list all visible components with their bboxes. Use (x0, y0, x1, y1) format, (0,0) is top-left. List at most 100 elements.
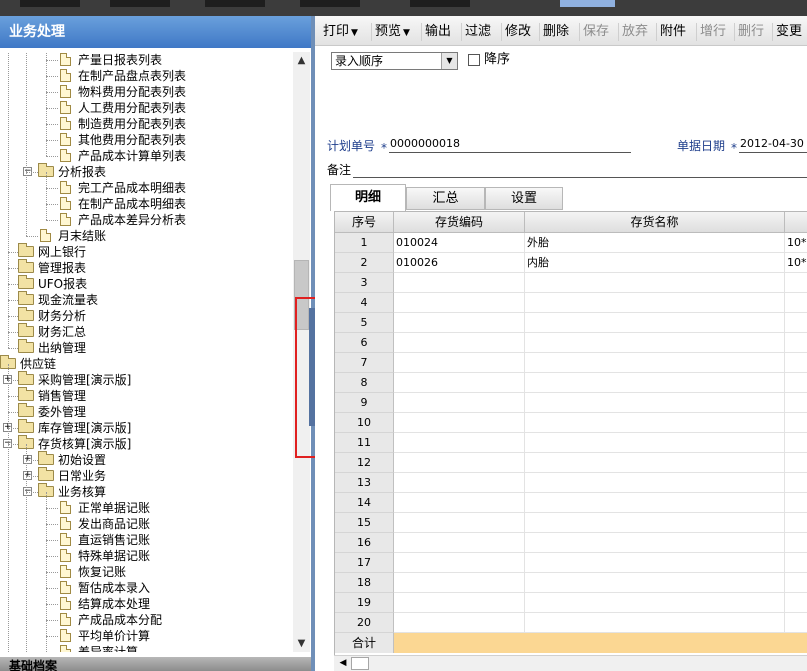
column-header[interactable]: 存货名称 (525, 212, 785, 233)
table-cell[interactable] (394, 333, 525, 353)
table-cell[interactable] (394, 533, 525, 553)
table-cell[interactable] (785, 373, 807, 393)
row-number[interactable]: 19 (335, 593, 394, 613)
scroll-up-icon[interactable]: ▲ (293, 52, 310, 69)
table-cell[interactable] (785, 553, 807, 573)
table-cell[interactable] (394, 513, 525, 533)
table-cell[interactable]: 10*2 (785, 233, 807, 253)
table-cell[interactable] (785, 473, 807, 493)
table-cell[interactable] (525, 273, 785, 293)
column-header[interactable]: 存货编码 (394, 212, 525, 233)
column-header[interactable] (785, 212, 807, 233)
table-cell[interactable] (525, 413, 785, 433)
table-cell[interactable] (785, 533, 807, 553)
table-cell[interactable] (525, 533, 785, 553)
toolbar-button[interactable]: 输出 (425, 23, 451, 41)
tab-detail[interactable]: 明细 (330, 184, 406, 211)
row-number[interactable]: 15 (335, 513, 394, 533)
table-cell[interactable] (394, 293, 525, 313)
table-cell[interactable] (785, 573, 807, 593)
row-number[interactable]: 11 (335, 433, 394, 453)
row-number[interactable]: 9 (335, 393, 394, 413)
row-number[interactable]: 3 (335, 273, 394, 293)
table-cell[interactable] (394, 273, 525, 293)
table-cell[interactable] (394, 413, 525, 433)
table-cell[interactable] (394, 613, 525, 633)
row-number[interactable]: 6 (335, 333, 394, 353)
top-tab[interactable] (300, 0, 360, 7)
table-cell[interactable] (785, 613, 807, 633)
toolbar-button[interactable]: 变更 (776, 23, 802, 41)
table-cell[interactable]: 10*2 (785, 253, 807, 273)
table-cell[interactable] (394, 373, 525, 393)
chevron-down-icon[interactable]: ▼ (351, 28, 358, 38)
table-cell[interactable] (525, 293, 785, 313)
table-cell[interactable]: 内胎 (525, 253, 785, 273)
table-cell[interactable] (394, 433, 525, 453)
top-tab[interactable] (110, 0, 170, 7)
tab-settings[interactable]: 设置 (485, 187, 563, 210)
table-cell[interactable] (525, 593, 785, 613)
table-cell[interactable] (525, 353, 785, 373)
table-cell[interactable] (525, 513, 785, 533)
row-number[interactable]: 5 (335, 313, 394, 333)
panel-footer-basic-archives[interactable]: 基础档案 (0, 657, 313, 671)
toolbar-button[interactable]: 保存 (583, 23, 609, 41)
table-cell[interactable] (525, 333, 785, 353)
top-tab[interactable] (410, 0, 470, 7)
row-number[interactable]: 2 (335, 253, 394, 273)
toolbar-button[interactable]: 预览 ▼ (375, 23, 410, 41)
row-number[interactable]: 8 (335, 373, 394, 393)
toolbar-button[interactable]: 修改 (505, 23, 531, 41)
top-tab-active[interactable] (560, 0, 615, 7)
toolbar-button[interactable]: 删除 (543, 23, 569, 41)
table-cell[interactable] (394, 393, 525, 413)
row-number[interactable]: 10 (335, 413, 394, 433)
table-cell[interactable] (525, 553, 785, 573)
row-number[interactable]: 20 (335, 613, 394, 633)
row-number[interactable]: 12 (335, 453, 394, 473)
table-cell[interactable] (394, 493, 525, 513)
order-select[interactable]: 录入顺序 ▼ (331, 52, 458, 70)
row-number[interactable]: 17 (335, 553, 394, 573)
table-cell[interactable]: 010026 (394, 253, 525, 273)
table-cell[interactable] (394, 353, 525, 373)
table-cell[interactable] (525, 393, 785, 413)
scroll-down-icon[interactable]: ▼ (293, 635, 310, 652)
table-cell[interactable] (394, 573, 525, 593)
top-tab[interactable] (20, 0, 80, 7)
tab-summary[interactable]: 汇总 (406, 187, 485, 210)
table-cell[interactable] (394, 553, 525, 573)
row-number[interactable]: 4 (335, 293, 394, 313)
table-cell[interactable] (785, 353, 807, 373)
table-cell[interactable] (785, 333, 807, 353)
table-cell[interactable] (785, 313, 807, 333)
row-number[interactable]: 7 (335, 353, 394, 373)
toolbar-button[interactable]: 附件 (660, 23, 686, 41)
table-cell[interactable] (525, 573, 785, 593)
toolbar-button[interactable]: 打印 ▼ (323, 23, 358, 41)
column-header[interactable]: 序号 (335, 212, 394, 233)
table-cell[interactable] (785, 293, 807, 313)
row-number[interactable]: 14 (335, 493, 394, 513)
table-cell[interactable] (785, 593, 807, 613)
table-cell[interactable] (394, 453, 525, 473)
table-cell[interactable]: 外胎 (525, 233, 785, 253)
table-cell[interactable] (525, 493, 785, 513)
toolbar-button[interactable]: 删行 (738, 23, 764, 41)
table-cell[interactable] (525, 453, 785, 473)
row-number[interactable]: 13 (335, 473, 394, 493)
table-cell[interactable] (785, 513, 807, 533)
chevron-down-icon[interactable]: ▼ (441, 53, 457, 69)
toolbar-button[interactable]: 增行 (700, 23, 726, 41)
date-value[interactable]: 2012-04-30 (740, 136, 804, 152)
scroll-thumb[interactable] (351, 657, 369, 670)
table-cell[interactable] (785, 493, 807, 513)
table-cell[interactable] (394, 593, 525, 613)
grid-horizontal-scrollbar[interactable]: ◀ (334, 655, 807, 671)
table-cell[interactable] (394, 473, 525, 493)
plan-no-value[interactable]: 0000000018 (390, 136, 460, 152)
chevron-down-icon[interactable]: ▼ (403, 28, 410, 38)
row-number[interactable]: 18 (335, 573, 394, 593)
descending-checkbox[interactable] (468, 54, 480, 66)
